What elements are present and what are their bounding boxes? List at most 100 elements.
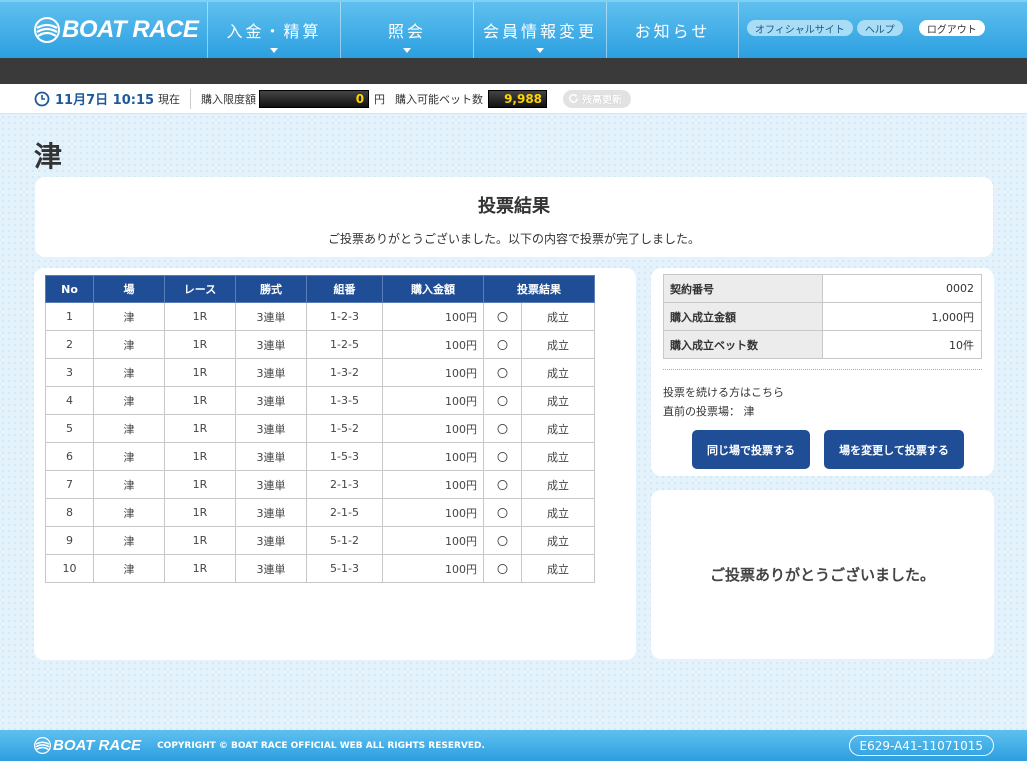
cell-result: 成立 [521, 330, 595, 359]
cell-race: 1R [164, 414, 236, 443]
caret-down-icon [270, 48, 278, 53]
cell-result-mark: 〇 [483, 302, 522, 331]
cell-amount: 100円 [382, 358, 484, 387]
cell-race: 1R [164, 554, 236, 583]
contract-number-label: 契約番号 [663, 274, 823, 303]
cell-no: 5 [45, 414, 94, 443]
wave-logo-icon [34, 17, 60, 43]
thanks-message: ご投票ありがとうございました。 [709, 566, 935, 584]
cell-race: 1R [164, 386, 236, 415]
cell-amount: 100円 [382, 330, 484, 359]
cell-amount: 100円 [382, 302, 484, 331]
table-row: 2 津 1R 3連単 1-2-5 100円〇成立 [45, 330, 595, 359]
vote-same-venue-button[interactable]: 同じ場で投票する [692, 430, 810, 469]
nav-inquiry[interactable]: 照会 [340, 2, 473, 58]
datetime-suffix: 現在 [158, 92, 181, 106]
cell-bet-type: 3連単 [235, 358, 307, 387]
cell-combination: 2-1-3 [306, 470, 383, 499]
continue-text: 投票を続ける方はこちら [663, 386, 784, 399]
cell-venue: 津 [93, 526, 165, 555]
cell-result: 成立 [521, 358, 595, 387]
refresh-label: 残高更新 [582, 95, 623, 106]
cell-result: 成立 [521, 386, 595, 415]
nav-deposit-settlement[interactable]: 入金・精算 [207, 2, 340, 58]
cell-race: 1R [164, 526, 236, 555]
nav-member-info[interactable]: 会員情報変更 [473, 2, 606, 58]
cell-bet-type: 3連単 [235, 302, 307, 331]
cell-amount: 100円 [382, 470, 484, 499]
nav-label: お知らせ [634, 22, 711, 41]
boatrace-logo[interactable]: BOAT RACE [0, 2, 207, 58]
last-venue-line: 直前の投票場： 津 [663, 402, 784, 421]
table-row: 1 津 1R 3連単 1-2-3 100円〇成立 [45, 302, 595, 331]
cell-venue: 津 [93, 470, 165, 499]
cell-race: 1R [164, 330, 236, 359]
cell-result-mark: 〇 [483, 330, 522, 359]
current-datetime: 11月7日 10:15 [55, 93, 155, 108]
purchase-limit-value: 0 [259, 89, 370, 108]
terminal-id: E629-A41-11071015 [848, 735, 994, 756]
status-bar: 11月7日 10:15 現在 購入限度額 0 円 購入可能ベット数 9,988 … [0, 84, 1027, 114]
cell-venue: 津 [93, 498, 165, 527]
col-amount: 購入金額 [382, 275, 484, 303]
table-row: 7 津 1R 3連単 2-1-3 100円〇成立 [45, 470, 595, 499]
nav-label: 入金・精算 [226, 22, 322, 41]
col-combination: 組番 [306, 275, 383, 303]
caret-down-icon [536, 48, 544, 53]
change-venue-button[interactable]: 場を変更して投票する [824, 430, 964, 469]
col-venue: 場 [93, 275, 165, 303]
cell-combination: 1-3-5 [306, 386, 383, 415]
divider [190, 88, 192, 109]
table-row: 4 津 1R 3連単 1-3-5 100円〇成立 [45, 386, 595, 415]
cell-result-mark: 〇 [483, 414, 522, 443]
table-row: 8 津 1R 3連単 2-1-5 100円〇成立 [45, 498, 595, 527]
cell-no: 7 [45, 470, 94, 499]
col-bet-type: 勝式 [235, 275, 307, 303]
purchase-limit-label: 購入限度額 [201, 92, 257, 106]
wave-logo-icon [34, 737, 51, 754]
cell-bet-type: 3連単 [235, 414, 307, 443]
result-message: ご投票ありがとうございました。以下の内容で投票が完了しました。 [327, 232, 700, 246]
logout-button[interactable]: ログアウト [918, 20, 985, 36]
table-row: 5 津 1R 3連単 1-5-2 100円〇成立 [45, 414, 595, 443]
cell-no: 4 [45, 386, 94, 415]
cell-result: 成立 [521, 302, 595, 331]
cell-bet-type: 3連単 [235, 470, 307, 499]
footer-logo-text: BOAT RACE [53, 737, 142, 754]
col-no: No [45, 275, 94, 303]
table-row: 3 津 1R 3連単 1-3-2 100円〇成立 [45, 358, 595, 387]
nav-label: 会員情報変更 [482, 22, 597, 41]
cell-venue: 津 [93, 302, 165, 331]
purchase-bet-count-label: 購入成立ベット数 [663, 330, 823, 359]
cell-result: 成立 [521, 442, 595, 471]
nav-news[interactable]: お知らせ [606, 2, 739, 58]
cell-result: 成立 [521, 470, 595, 499]
cell-combination: 2-1-5 [306, 498, 383, 527]
cell-no: 10 [45, 554, 94, 583]
table-row: 購入成立ベット数 10件 [663, 330, 982, 359]
table-row: 契約番号 0002 [663, 274, 982, 303]
thanks-card: ご投票ありがとうございました。 [651, 490, 994, 659]
last-venue-label: 直前の投票場： [663, 405, 740, 418]
cell-result-mark: 〇 [483, 554, 522, 583]
results-card: No 場 レース 勝式 組番 購入金額 投票結果 1 津 1R 3連単 1-2-3 100… [34, 268, 636, 660]
refresh-balance-button[interactable]: 残高更新 [563, 89, 632, 108]
cell-bet-type: 3連単 [235, 330, 307, 359]
top-header: BOAT RACE 入金・精算 照会 会員情報変更 お知らせ オフィシャルサイト… [0, 0, 1027, 58]
help-link[interactable]: ヘルプ [856, 20, 903, 36]
table-row: 10 津 1R 3連単 5-1-3 100円〇成立 [45, 554, 595, 583]
purchase-limit-unit: 円 [374, 92, 386, 106]
cell-amount: 100円 [382, 386, 484, 415]
venue-title: 津 [34, 140, 63, 173]
cell-result: 成立 [521, 414, 595, 443]
cell-amount: 100円 [382, 526, 484, 555]
cell-amount: 100円 [382, 414, 484, 443]
cell-amount: 100円 [382, 442, 484, 471]
cell-combination: 5-1-2 [306, 526, 383, 555]
footer-logo: BOAT RACE [34, 737, 141, 754]
cell-bet-type: 3連単 [235, 554, 307, 583]
cell-result-mark: 〇 [483, 358, 522, 387]
official-site-link[interactable]: オフィシャルサイト [747, 20, 853, 36]
result-summary-card: 投票結果 ご投票ありがとうございました。以下の内容で投票が完了しました。 [35, 177, 993, 257]
purchase-amount-value: 1,000円 [822, 302, 982, 331]
